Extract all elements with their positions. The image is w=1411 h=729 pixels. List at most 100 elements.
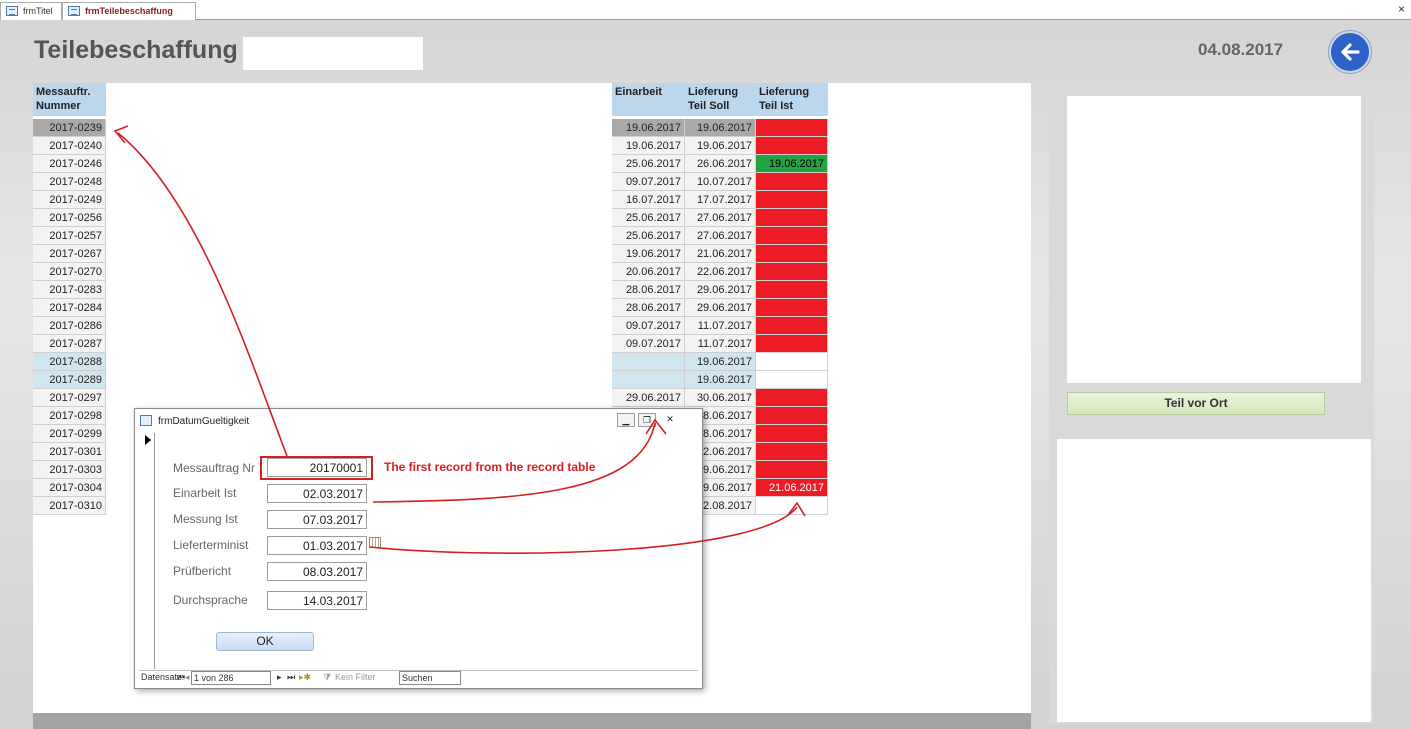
cell-messauftr-nummer[interactable]: 2017-0289 [33, 371, 106, 389]
first-record-icon[interactable]: ⏮ [177, 672, 185, 683]
cell-messauftr-nummer[interactable]: 2017-0249 [33, 191, 106, 209]
cell-lieferung-ist[interactable] [756, 227, 828, 245]
cell-lieferung-ist[interactable] [756, 137, 828, 155]
messung-ist-field[interactable]: 07.03.2017 [267, 510, 367, 529]
cell-messauftr-nummer[interactable]: 2017-0304 [33, 479, 106, 497]
cell-einarbeit[interactable]: 29.06.2017 [612, 389, 685, 407]
cell-messauftr-nummer[interactable]: 2017-0287 [33, 335, 106, 353]
teil-vor-ort-button[interactable]: Teil vor Ort [1067, 392, 1325, 415]
cell-einarbeit[interactable]: 25.06.2017 [612, 155, 685, 173]
cell-lieferung-soll[interactable]: 26.06.2017 [685, 155, 756, 173]
filter-icon[interactable]: ⧩ [323, 672, 331, 683]
filter-label[interactable]: Kein Filter [335, 672, 376, 682]
restore-button[interactable]: ❐ [638, 413, 656, 427]
cell-messauftr-nummer[interactable]: 2017-0297 [33, 389, 106, 407]
cell-messauftr-nummer[interactable]: 2017-0299 [33, 425, 106, 443]
search-input[interactable]: Suchen [399, 671, 461, 685]
cell-lieferung-soll[interactable]: 19.06.2017 [685, 137, 756, 155]
cell-lieferung-soll[interactable]: 19.06.2017 [685, 353, 756, 371]
cell-einarbeit[interactable]: 28.06.2017 [612, 299, 685, 317]
cell-einarbeit[interactable]: 20.06.2017 [612, 263, 685, 281]
table-row[interactable]: 2017-0297 29.06.2017 30.06.2017 [33, 389, 833, 407]
cell-einarbeit[interactable]: 25.06.2017 [612, 209, 685, 227]
cell-lieferung-soll[interactable]: 21.06.2017 [685, 245, 756, 263]
cell-lieferung-ist[interactable] [756, 335, 828, 353]
cell-lieferung-ist[interactable] [756, 245, 828, 263]
cell-einarbeit[interactable]: 19.06.2017 [612, 245, 685, 263]
cell-lieferung-soll[interactable]: 10.07.2017 [685, 173, 756, 191]
cell-lieferung-ist[interactable]: 21.06.2017 [756, 479, 828, 497]
cell-lieferung-ist[interactable] [756, 353, 828, 371]
cell-lieferung-soll[interactable]: 29.06.2017 [685, 299, 756, 317]
cell-lieferung-soll[interactable]: 22.06.2017 [685, 263, 756, 281]
cell-lieferung-ist[interactable] [756, 497, 828, 515]
cell-einarbeit[interactable]: 16.07.2017 [612, 191, 685, 209]
cell-lieferung-ist[interactable] [756, 407, 828, 425]
cell-lieferung-soll[interactable]: 19.06.2017 [685, 119, 756, 137]
cell-lieferung-ist[interactable] [756, 263, 828, 281]
cell-lieferung-ist[interactable] [756, 299, 828, 317]
pruefbericht-field[interactable]: 08.03.2017 [267, 562, 367, 581]
record-selector[interactable] [143, 433, 155, 669]
cell-lieferung-ist[interactable] [756, 173, 828, 191]
cell-messauftr-nummer[interactable]: 2017-0288 [33, 353, 106, 371]
tab-frmteilebeschaffung[interactable]: frmTeilebeschaffung [62, 2, 196, 20]
table-row[interactable]: 2017-0239 19.06.2017 19.06.2017 [33, 119, 833, 137]
ok-button[interactable]: OK [216, 632, 314, 651]
title-text-box[interactable] [243, 37, 423, 70]
cell-messauftr-nummer[interactable]: 2017-0267 [33, 245, 106, 263]
cell-messauftr-nummer[interactable]: 2017-0284 [33, 299, 106, 317]
table-row[interactable]: 2017-0288 19.06.2017 [33, 353, 833, 371]
table-row[interactable]: 2017-0256 25.06.2017 27.06.2017 [33, 209, 833, 227]
cell-messauftr-nummer[interactable]: 2017-0303 [33, 461, 106, 479]
cell-messauftr-nummer[interactable]: 2017-0256 [33, 209, 106, 227]
cell-lieferung-soll[interactable]: 30.06.2017 [685, 389, 756, 407]
last-record-icon[interactable]: ⏭ [287, 672, 295, 683]
durchsprache-field[interactable]: 14.03.2017 [267, 591, 367, 610]
cell-messauftr-nummer[interactable]: 2017-0310 [33, 497, 106, 515]
lieferterminist-field[interactable]: 01.03.2017 [267, 536, 367, 555]
cell-lieferung-ist[interactable] [756, 461, 828, 479]
cell-lieferung-ist[interactable] [756, 209, 828, 227]
new-record-icon[interactable]: ▸✱ [299, 672, 311, 683]
cell-einarbeit[interactable]: 09.07.2017 [612, 173, 685, 191]
cell-einarbeit[interactable]: 28.06.2017 [612, 281, 685, 299]
cell-lieferung-soll[interactable]: 11.07.2017 [685, 335, 756, 353]
cell-lieferung-ist[interactable] [756, 371, 828, 389]
einarbeit-ist-field[interactable]: 02.03.2017 [267, 484, 367, 503]
cell-lieferung-ist[interactable] [756, 281, 828, 299]
prev-record-icon[interactable]: ◂ [185, 672, 190, 683]
cell-lieferung-soll[interactable]: 27.06.2017 [685, 209, 756, 227]
minimize-button[interactable]: ▁ [617, 413, 635, 427]
cell-lieferung-ist[interactable] [756, 191, 828, 209]
next-record-icon[interactable]: ▸ [277, 672, 282, 683]
tab-frmtitel[interactable]: frmTitel [0, 2, 62, 20]
table-row[interactable]: 2017-0246 25.06.2017 26.06.2017 19.06.2017 [33, 155, 833, 173]
cell-lieferung-ist[interactable]: 19.06.2017 [756, 155, 828, 173]
table-row[interactable]: 2017-0249 16.07.2017 17.07.2017 [33, 191, 833, 209]
cell-einarbeit[interactable]: 25.06.2017 [612, 227, 685, 245]
cell-lieferung-ist[interactable] [756, 389, 828, 407]
cell-messauftr-nummer[interactable]: 2017-0301 [33, 443, 106, 461]
table-row[interactable]: 2017-0289 19.06.2017 [33, 371, 833, 389]
table-row[interactable]: 2017-0248 09.07.2017 10.07.2017 [33, 173, 833, 191]
table-row[interactable]: 2017-0283 28.06.2017 29.06.2017 [33, 281, 833, 299]
cell-messauftr-nummer[interactable]: 2017-0248 [33, 173, 106, 191]
calendar-icon[interactable] [369, 537, 381, 548]
horizontal-scrollbar[interactable] [33, 713, 1031, 729]
cell-einarbeit[interactable]: 19.06.2017 [612, 119, 685, 137]
table-row[interactable]: 2017-0270 20.06.2017 22.06.2017 [33, 263, 833, 281]
cell-lieferung-ist[interactable] [756, 119, 828, 137]
close-button[interactable]: ✕ [661, 413, 679, 427]
cell-einarbeit[interactable]: 09.07.2017 [612, 317, 685, 335]
cell-einarbeit[interactable]: 19.06.2017 [612, 137, 685, 155]
cell-lieferung-ist[interactable] [756, 317, 828, 335]
table-row[interactable]: 2017-0267 19.06.2017 21.06.2017 [33, 245, 833, 263]
cell-lieferung-soll[interactable]: 11.07.2017 [685, 317, 756, 335]
cell-messauftr-nummer[interactable]: 2017-0240 [33, 137, 106, 155]
back-button[interactable] [1329, 31, 1371, 73]
cell-einarbeit[interactable] [612, 353, 685, 371]
close-icon[interactable]: × [1398, 2, 1405, 16]
cell-lieferung-soll[interactable]: 17.07.2017 [685, 191, 756, 209]
cell-messauftr-nummer[interactable]: 2017-0286 [33, 317, 106, 335]
